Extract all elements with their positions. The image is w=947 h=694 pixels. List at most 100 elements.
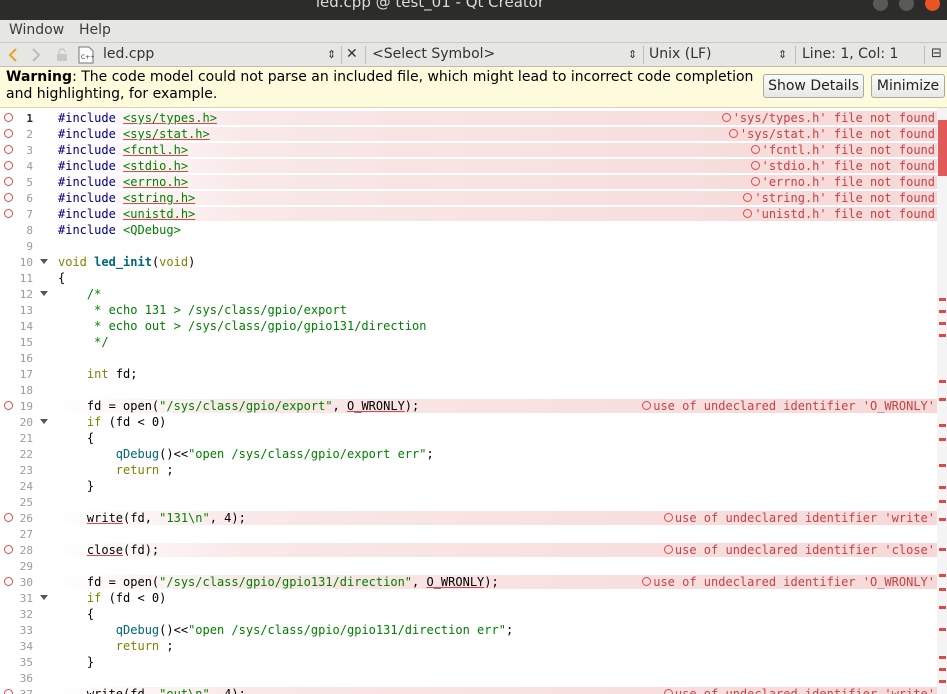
code-line[interactable]: 15 */: [0, 334, 937, 350]
code-line[interactable]: 7 #include <unistd.h> 'unistd.h' file not …: [0, 206, 937, 222]
menu-window[interactable]: Window: [9, 22, 64, 38]
code-line[interactable]: 16: [0, 350, 937, 366]
line-number: 25: [19, 496, 33, 509]
code-text[interactable]: #include <sys/stat.h>: [58, 127, 210, 141]
code-line[interactable]: 12 /*: [0, 286, 937, 302]
code-text[interactable]: * echo out > /sys/class/gpio/gpio131/dir…: [58, 319, 426, 333]
line-number: 6: [26, 192, 33, 205]
code-line[interactable]: 31 if (fd < 0): [0, 590, 937, 606]
code-line[interactable]: 29: [0, 558, 937, 574]
code-line[interactable]: 17 int fd;: [0, 366, 937, 382]
code-text[interactable]: * echo 131 > /sys/class/gpio/export: [58, 303, 347, 317]
forward-arrow-icon[interactable]: [31, 48, 41, 62]
code-line[interactable]: 26 write(fd, "131\n", 4); use of undeclar…: [0, 510, 937, 526]
code-line[interactable]: 18: [0, 382, 937, 398]
code-line[interactable]: 21 {: [0, 430, 937, 446]
code-line[interactable]: 33 qDebug()<<"open /sys/class/gpio/gpio1…: [0, 622, 937, 638]
show-details-button[interactable]: Show Details: [763, 74, 864, 98]
file-dropdown-icon[interactable]: ⇕: [327, 48, 336, 61]
fold-arrow-icon[interactable]: [40, 291, 48, 296]
code-text[interactable]: {: [58, 607, 94, 621]
code-text[interactable]: */: [58, 335, 108, 349]
split-editor-icon[interactable]: ⊟: [931, 46, 942, 61]
line-ending-dropdown-icon[interactable]: ⇕: [778, 48, 787, 61]
code-line[interactable]: 19 fd = open("/sys/class/gpio/export", O…: [0, 398, 937, 414]
code-text[interactable]: qDebug()<<"open /sys/class/gpio/gpio131/…: [58, 623, 513, 637]
code-line[interactable]: 30 fd = open("/sys/class/gpio/gpio131/di…: [0, 574, 937, 590]
code-text[interactable]: #include <errno.h>: [58, 175, 188, 189]
error-icon: [750, 161, 760, 170]
code-text[interactable]: {: [58, 431, 94, 445]
code-text[interactable]: #include <string.h>: [58, 191, 195, 205]
line-number: 36: [19, 672, 33, 685]
code-text[interactable]: #include <fcntl.h>: [58, 143, 188, 157]
code-text[interactable]: int fd;: [58, 367, 138, 381]
code-text[interactable]: close(fd);: [58, 543, 159, 557]
minimize-icon[interactable]: [873, 0, 888, 11]
cursor-position[interactable]: Line: 1, Col: 1: [802, 46, 898, 62]
code-text[interactable]: write(fd, "131\n", 4);: [58, 511, 246, 525]
fold-arrow-icon[interactable]: [40, 419, 48, 424]
close-document-icon[interactable]: ✕: [346, 46, 358, 62]
code-line[interactable]: 32 {: [0, 606, 937, 622]
line-ending-selector[interactable]: Unix (LF): [649, 46, 712, 62]
code-line[interactable]: 36: [0, 670, 937, 686]
code-line[interactable]: 25: [0, 494, 937, 510]
code-text[interactable]: }: [58, 479, 94, 493]
code-line[interactable]: 8 #include <QDebug>: [0, 222, 937, 238]
code-text[interactable]: #include <QDebug>: [58, 223, 181, 237]
code-line[interactable]: 34 return ;: [0, 638, 937, 654]
fold-arrow-icon[interactable]: [40, 595, 48, 600]
code-line[interactable]: 5 #include <errno.h> 'errno.h' file not fo…: [0, 174, 937, 190]
code-line[interactable]: 6 #include <string.h> 'string.h' file not …: [0, 190, 937, 206]
code-line[interactable]: 20 if (fd < 0): [0, 414, 937, 430]
code-text[interactable]: void led_init(void): [58, 255, 195, 269]
code-line[interactable]: 9: [0, 238, 937, 254]
code-line[interactable]: 2 #include <sys/stat.h> 'sys/stat.h' file …: [0, 126, 937, 142]
code-text[interactable]: return ;: [58, 463, 174, 477]
menu-help[interactable]: Help: [79, 22, 111, 38]
code-text[interactable]: #include <stdio.h>: [58, 159, 188, 173]
code-text[interactable]: #include <sys/types.h>: [58, 111, 217, 125]
code-line[interactable]: 35 }: [0, 654, 937, 670]
line-number: 14: [19, 320, 33, 333]
code-text[interactable]: if (fd < 0): [58, 591, 166, 605]
code-text[interactable]: {: [58, 271, 65, 285]
scrollbar-error-mark: [939, 680, 946, 683]
code-editor[interactable]: 1 #include <sys/types.h> 'sys/types.h' fil…: [0, 108, 947, 694]
code-line[interactable]: 27: [0, 526, 937, 542]
code-text[interactable]: fd = open("/sys/class/gpio/gpio131/direc…: [58, 575, 499, 589]
code-line[interactable]: 13 * echo 131 > /sys/class/gpio/export: [0, 302, 937, 318]
maximize-icon[interactable]: [899, 0, 914, 11]
code-line[interactable]: 10 void led_init(void): [0, 254, 937, 270]
code-text[interactable]: fd = open("/sys/class/gpio/export", O_WR…: [58, 399, 419, 413]
code-text[interactable]: return ;: [58, 639, 174, 653]
code-text[interactable]: #include <unistd.h>: [58, 207, 195, 221]
symbol-dropdown-icon[interactable]: ⇕: [628, 48, 637, 61]
code-text[interactable]: write(fd, "out\n", 4);: [58, 687, 246, 694]
code-text[interactable]: /*: [58, 287, 101, 301]
code-line[interactable]: 1 #include <sys/types.h> 'sys/types.h' fil…: [0, 110, 937, 126]
code-text[interactable]: if (fd < 0): [58, 415, 166, 429]
code-line[interactable]: 24 }: [0, 478, 937, 494]
code-line[interactable]: 14 * echo out > /sys/class/gpio/gpio131/…: [0, 318, 937, 334]
code-line[interactable]: 23 return ;: [0, 462, 937, 478]
code-text[interactable]: }: [58, 655, 94, 669]
code-line[interactable]: 3 #include <fcntl.h> 'fcntl.h' file not fo…: [0, 142, 937, 158]
error-icon: [642, 401, 652, 410]
minimize-warning-button[interactable]: Minimize: [871, 74, 945, 98]
file-name[interactable]: led.cpp: [103, 46, 154, 62]
code-line[interactable]: 22 qDebug()<<"open /sys/class/gpio/expor…: [0, 446, 937, 462]
code-text[interactable]: qDebug()<<"open /sys/class/gpio/export e…: [58, 447, 434, 461]
symbol-selector[interactable]: <Select Symbol>: [372, 46, 495, 62]
code-line[interactable]: 4 #include <stdio.h> 'stdio.h' file not fo…: [0, 158, 937, 174]
fold-arrow-icon[interactable]: [40, 259, 48, 264]
vertical-scrollbar[interactable]: [937, 108, 947, 694]
code-line[interactable]: 28 close(fd); use of undeclared identifie…: [0, 542, 937, 558]
code-line[interactable]: 11 {: [0, 270, 937, 286]
back-arrow-icon[interactable]: [8, 48, 18, 62]
diagnostic-message: 'sys/types.h' file not found: [721, 111, 935, 125]
error-icon: [642, 577, 652, 586]
code-line[interactable]: 37 write(fd, "out\n", 4); use of undeclar…: [0, 686, 937, 694]
close-window-icon[interactable]: [925, 0, 940, 11]
